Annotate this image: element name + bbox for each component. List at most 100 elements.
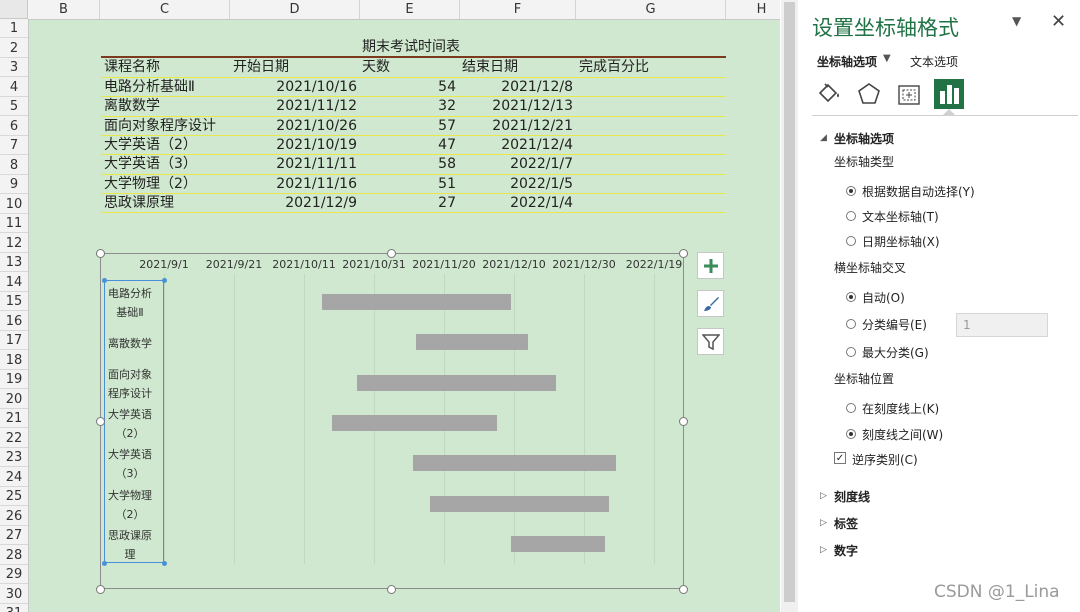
row-header[interactable]: 30 — [0, 585, 28, 604]
table-cell[interactable]: 面向对象程序设计 — [104, 117, 216, 136]
row-header[interactable]: 18 — [0, 351, 28, 370]
table-cell[interactable]: 2022/1/5 — [460, 175, 573, 194]
row-header[interactable]: 25 — [0, 487, 28, 506]
radio-cross-auto[interactable] — [846, 292, 856, 302]
row-header[interactable]: 20 — [0, 390, 28, 409]
row-header[interactable]: 10 — [0, 195, 28, 214]
table-cell[interactable]: 2021/10/26 — [230, 117, 357, 136]
chart-resize-handle[interactable] — [386, 584, 396, 594]
chart-resize-handle[interactable] — [678, 248, 688, 258]
radio-cross-category-label[interactable]: 分类编号(E) — [862, 316, 927, 333]
table-cell[interactable]: 大学物理（2） — [104, 175, 197, 194]
fill-line-tab[interactable] — [815, 80, 843, 108]
gantt-bar[interactable] — [430, 495, 609, 512]
radio-on-tick[interactable] — [846, 403, 856, 413]
row-header[interactable]: 14 — [0, 273, 28, 292]
section-ticks[interactable]: 刻度线 — [834, 488, 870, 505]
radio-cross-auto-label[interactable]: 自动(O) — [862, 289, 905, 306]
radio-text-axis[interactable] — [846, 211, 856, 221]
column-header-D[interactable]: D — [230, 0, 360, 19]
radio-text-axis-label[interactable]: 文本坐标轴(T) — [862, 208, 939, 225]
gantt-bar[interactable] — [416, 334, 528, 351]
table-cell[interactable]: 2021/12/9 — [230, 194, 357, 213]
worksheet-area[interactable]: B C D E F G H 1 2 3 4 5 6 7 8 9 10 11 12 13 14 15 16 17 1… — [0, 0, 780, 612]
row-header[interactable]: 2 — [0, 39, 28, 58]
gantt-bar[interactable] — [321, 294, 511, 311]
row-header[interactable]: 19 — [0, 370, 28, 389]
column-header-H[interactable]: H — [726, 0, 780, 19]
axis-options-tab[interactable] — [934, 79, 964, 109]
column-header-E[interactable]: E — [360, 0, 460, 19]
chevron-down-icon[interactable]: ▼ — [883, 53, 891, 64]
table-cell[interactable]: 电路分析基础Ⅱ — [104, 78, 195, 97]
gantt-bar[interactable] — [412, 455, 616, 472]
selection-handle[interactable] — [101, 560, 107, 566]
table-cell[interactable]: 2022/1/7 — [460, 155, 573, 174]
row-header[interactable]: 24 — [0, 468, 28, 487]
chart-resize-handle[interactable] — [95, 584, 105, 594]
collapse-triangle-icon[interactable]: ◢ — [820, 133, 827, 143]
chart-resize-handle[interactable] — [95, 248, 105, 258]
row-header[interactable]: 13 — [0, 253, 28, 272]
table-title[interactable]: 期末考试时间表 — [362, 38, 460, 57]
row-header[interactable]: 12 — [0, 234, 28, 253]
row-header[interactable]: 9 — [0, 175, 28, 194]
row-header[interactable]: 6 — [0, 117, 28, 136]
table-cell[interactable]: 54 — [360, 78, 456, 97]
table-cell[interactable]: 2021/12/8 — [460, 78, 573, 97]
header-percent[interactable]: 完成百分比 — [579, 58, 649, 77]
row-header[interactable]: 17 — [0, 331, 28, 350]
close-icon[interactable]: ✕ — [1051, 11, 1066, 32]
chart-elements-button[interactable] — [697, 252, 724, 279]
gantt-bar[interactable] — [510, 535, 605, 552]
column-header-G[interactable]: G — [576, 0, 726, 19]
size-properties-tab[interactable] — [895, 80, 923, 108]
row-header[interactable]: 28 — [0, 546, 28, 565]
radio-auto-select[interactable] — [846, 186, 856, 196]
row-header[interactable]: 11 — [0, 214, 28, 233]
section-number[interactable]: 数字 — [834, 542, 858, 559]
table-cell[interactable]: 2022/1/4 — [460, 194, 573, 213]
table-cell[interactable]: 大学英语（3） — [104, 155, 197, 174]
table-cell[interactable]: 57 — [360, 117, 456, 136]
table-cell[interactable]: 27 — [360, 194, 456, 213]
radio-on-tick-label[interactable]: 在刻度线上(K) — [862, 400, 939, 417]
table-cell[interactable]: 思政课原理 — [104, 194, 174, 213]
chart-resize-handle[interactable] — [95, 416, 105, 426]
pane-options-dropdown-icon[interactable]: ▼ — [1012, 14, 1021, 28]
row-header[interactable]: 16 — [0, 312, 28, 331]
radio-date-axis-label[interactable]: 日期坐标轴(X) — [862, 233, 940, 250]
table-cell[interactable]: 2021/10/16 — [230, 78, 357, 97]
gantt-bar[interactable] — [332, 415, 497, 432]
chart-resize-handle[interactable] — [678, 416, 688, 426]
chart-styles-button[interactable] — [697, 290, 724, 317]
expand-triangle-icon[interactable]: ▷ — [820, 518, 827, 528]
table-cell[interactable]: 47 — [360, 136, 456, 155]
row-header[interactable]: 3 — [0, 58, 28, 77]
table-cell[interactable]: 2021/12/13 — [460, 97, 573, 116]
table-cell[interactable]: 2021/11/11 — [230, 155, 357, 174]
radio-between-tick[interactable] — [846, 429, 856, 439]
row-header[interactable]: 15 — [0, 292, 28, 311]
column-header-C[interactable]: C — [100, 0, 230, 19]
row-header[interactable]: 1 — [0, 19, 28, 38]
row-header[interactable]: 4 — [0, 78, 28, 97]
table-cell[interactable]: 2021/10/19 — [230, 136, 357, 155]
scrollbar-thumb[interactable] — [784, 2, 795, 602]
radio-between-tick-label[interactable]: 刻度线之间(W) — [862, 426, 943, 443]
chart-filters-button[interactable] — [697, 328, 724, 355]
table-cell[interactable]: 32 — [360, 97, 456, 116]
row-header[interactable]: 31 — [0, 604, 28, 612]
category-number-input[interactable]: 1 — [956, 313, 1048, 337]
column-header-B[interactable]: B — [28, 0, 100, 19]
row-header[interactable]: 8 — [0, 156, 28, 175]
effects-tab[interactable] — [855, 80, 883, 108]
row-header[interactable]: 27 — [0, 526, 28, 545]
reverse-categories-checkbox[interactable]: ✓ — [834, 452, 846, 464]
table-cell[interactable]: 离散数学 — [104, 97, 160, 116]
table-cell[interactable]: 51 — [360, 175, 456, 194]
header-end[interactable]: 结束日期 — [462, 58, 518, 77]
row-header[interactable]: 7 — [0, 136, 28, 155]
column-header-F[interactable]: F — [460, 0, 576, 19]
header-start[interactable]: 开始日期 — [233, 58, 289, 77]
